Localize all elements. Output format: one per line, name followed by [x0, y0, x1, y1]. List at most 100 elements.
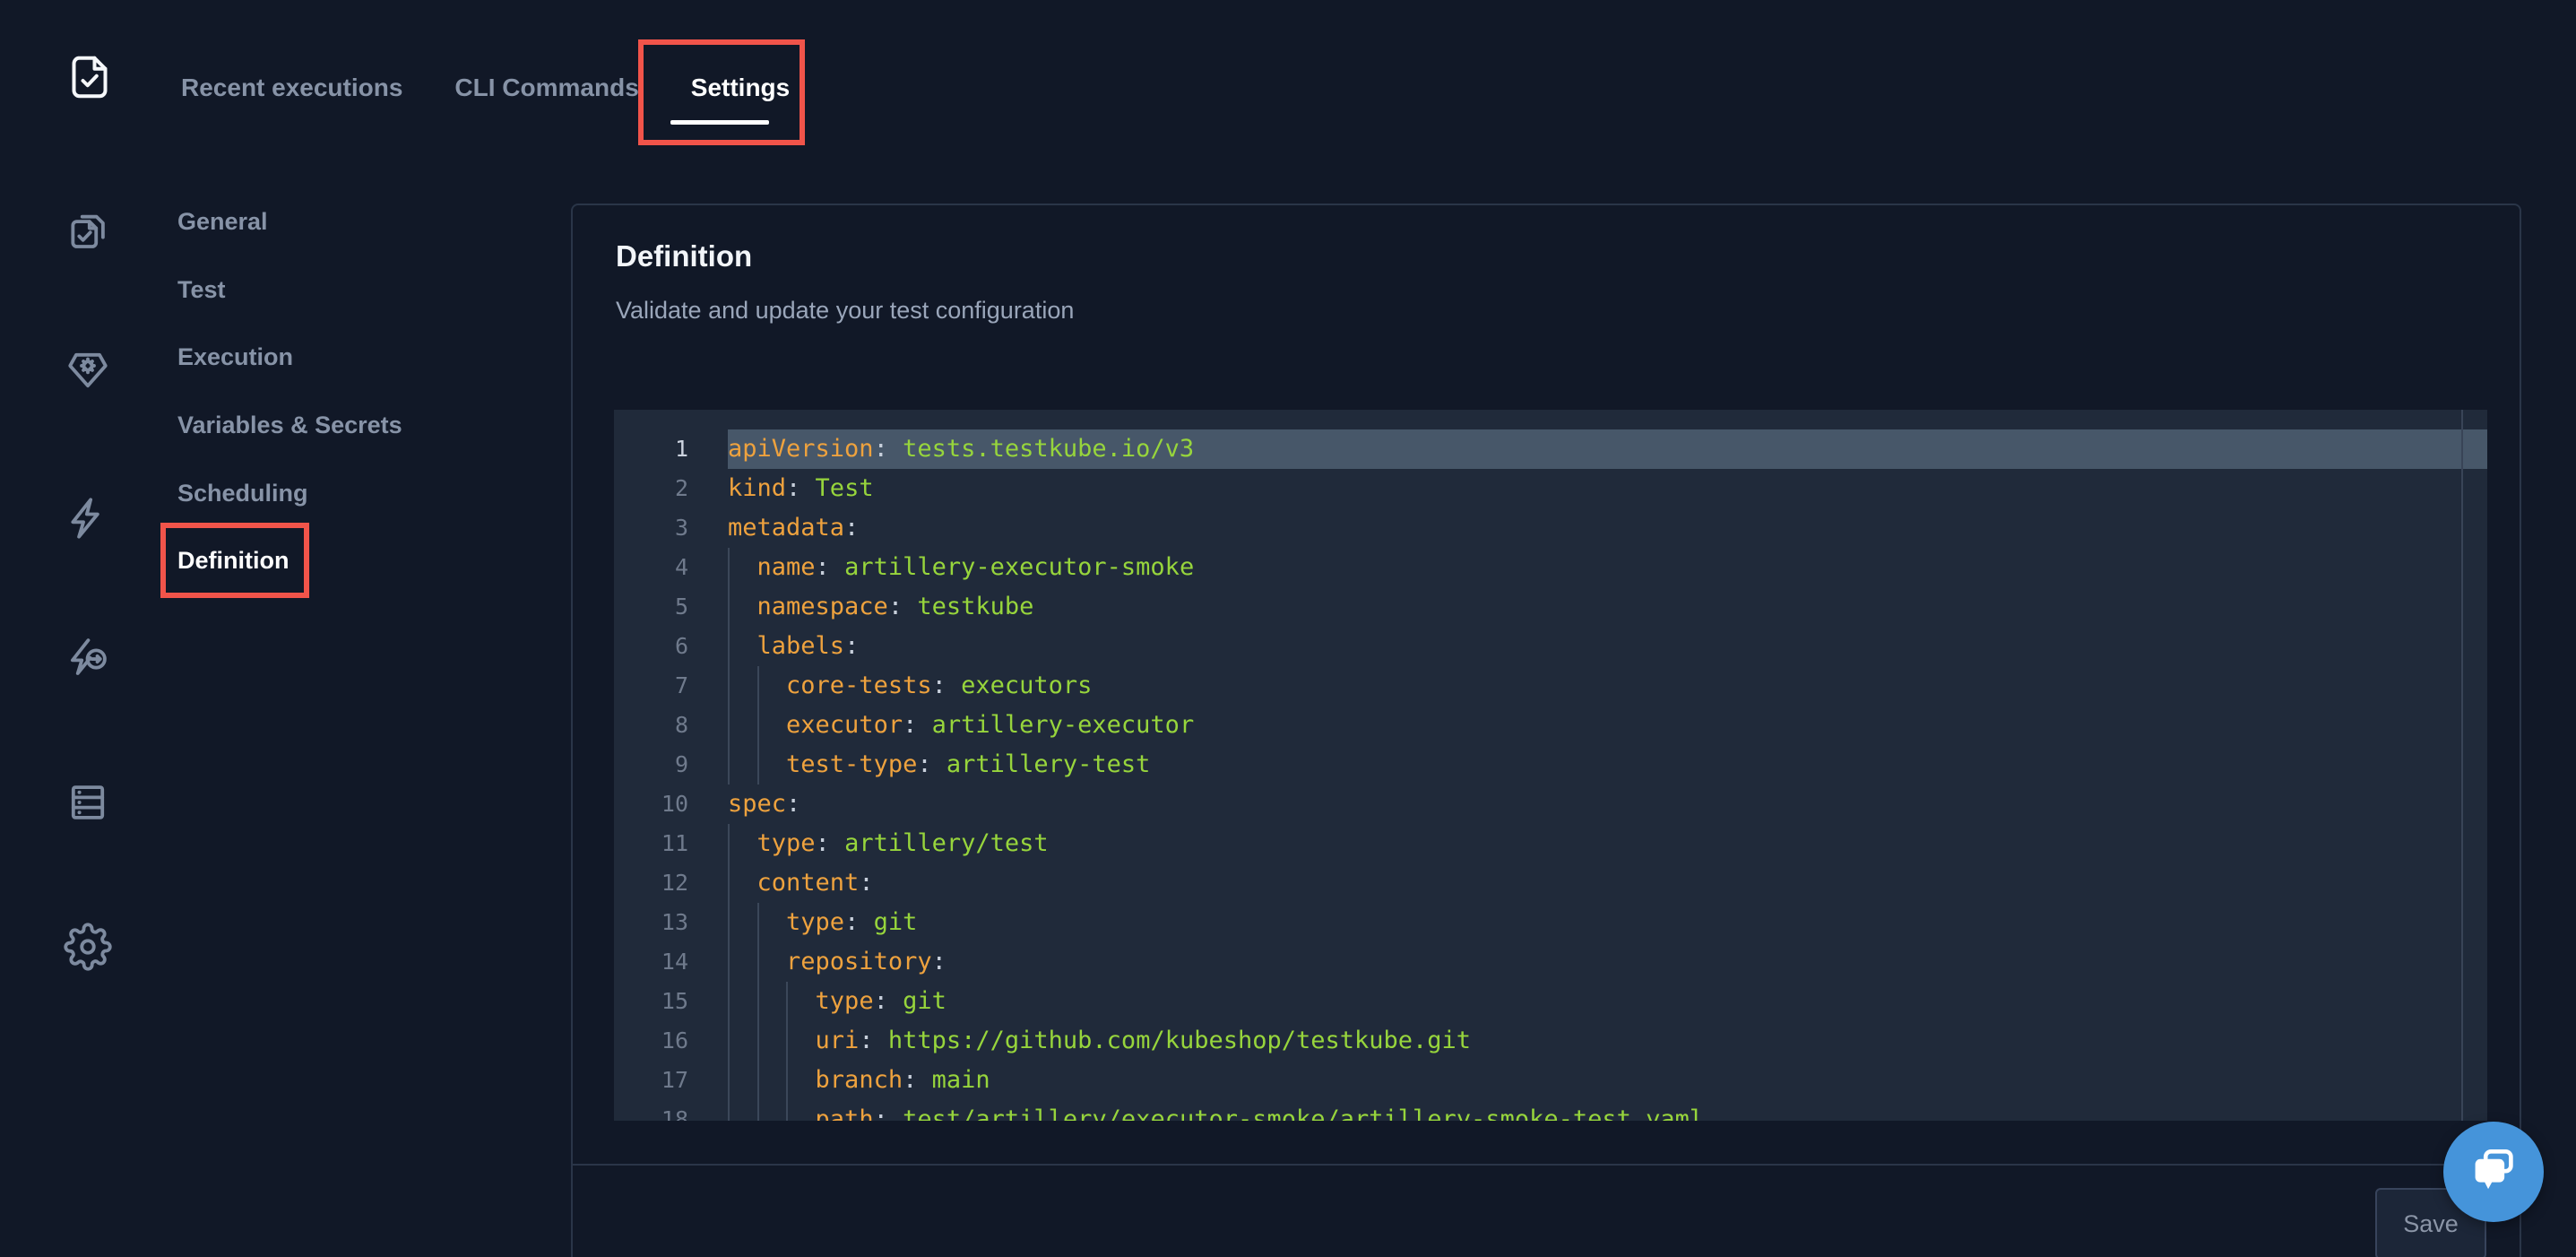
code-line[interactable]: 8 executor: artillery-executor [614, 706, 2487, 745]
indent-guide [728, 1100, 730, 1121]
indent-guide [728, 666, 730, 706]
code-line-content: branch: main [728, 1061, 2487, 1100]
code-line[interactable]: 1apiVersion: tests.testkube.io/v3 [614, 429, 2487, 469]
yaml-key: uri [816, 1027, 860, 1054]
code-line-content: core-tests: executors [728, 666, 2487, 706]
indent-guide [757, 745, 759, 785]
yaml-value: Test [800, 474, 873, 502]
code-line-content: path: test/artillery/executor-smoke/arti… [728, 1100, 2487, 1121]
indent-guide [728, 982, 730, 1021]
code-line-content: spec: [728, 785, 2487, 824]
code-line[interactable]: 2kind: Test [614, 469, 2487, 508]
submenu-item-scheduling[interactable]: Scheduling [177, 475, 308, 511]
indent-guide [757, 666, 759, 706]
line-number: 13 [614, 903, 728, 942]
settings-icon[interactable] [61, 920, 115, 974]
line-number: 4 [614, 548, 728, 587]
line-number: 17 [614, 1061, 728, 1100]
code-line[interactable]: 15 type: git [614, 982, 2487, 1021]
yaml-value: artillery-test [932, 750, 1151, 778]
code-line-content: apiVersion: tests.testkube.io/v3 [728, 429, 2487, 469]
code-line-content: type: git [728, 903, 2487, 942]
yaml-value: artillery-executor [917, 711, 1194, 739]
indent-guide [728, 587, 730, 627]
yaml-key: core-tests [786, 672, 932, 699]
code-line[interactable]: 13 type: git [614, 903, 2487, 942]
code-line-content: uri: https://github.com/kubeshop/testkub… [728, 1021, 2487, 1061]
indent-guide [728, 745, 730, 785]
code-line[interactable]: 12 content: [614, 863, 2487, 903]
code-line[interactable]: 7 core-tests: executors [614, 666, 2487, 706]
line-number: 5 [614, 587, 728, 627]
indent-guide [786, 1021, 788, 1061]
indent-guide [757, 982, 759, 1021]
line-number: 9 [614, 745, 728, 785]
indent-guide [757, 1061, 759, 1100]
indent-guide [728, 548, 730, 587]
indent-guide [728, 903, 730, 942]
code-line[interactable]: 9 test-type: artillery-test [614, 745, 2487, 785]
code-line-content: metadata: [728, 508, 2487, 548]
code-line-content: labels: [728, 627, 2487, 666]
chat-widget-button[interactable] [2443, 1122, 2544, 1222]
webhooks-icon[interactable] [61, 630, 115, 684]
submenu-item-variables-secrets[interactable]: Variables & Secrets [177, 407, 402, 443]
yaml-editor[interactable]: 1apiVersion: tests.testkube.io/v32kind: … [614, 410, 2487, 1121]
code-line-content: content: [728, 863, 2487, 903]
executors-icon[interactable] [61, 342, 115, 396]
yaml-value: git [888, 987, 947, 1015]
tab-cli-commands[interactable]: CLI Commands [454, 66, 638, 109]
line-number: 6 [614, 627, 728, 666]
yaml-key: executor [786, 711, 903, 739]
code-line-content: namespace: testkube [728, 587, 2487, 627]
indent-guide [728, 627, 730, 666]
submenu-item-execution[interactable]: Execution [177, 339, 293, 375]
code-line[interactable]: 10spec: [614, 785, 2487, 824]
line-number: 2 [614, 469, 728, 508]
line-number: 18 [614, 1100, 728, 1121]
line-number: 10 [614, 785, 728, 824]
yaml-value: https://github.com/kubeshop/testkube.git [874, 1027, 1471, 1054]
line-number: 16 [614, 1021, 728, 1061]
code-line[interactable]: 16 uri: https://github.com/kubeshop/test… [614, 1021, 2487, 1061]
yaml-value: artillery-executor-smoke [830, 553, 1194, 581]
footer-divider [573, 1164, 2520, 1166]
code-line[interactable]: 4 name: artillery-executor-smoke [614, 548, 2487, 587]
triggers-icon[interactable] [61, 491, 115, 545]
annotation-box-definition [160, 523, 309, 598]
yaml-value: git [859, 908, 917, 936]
indent-guide [728, 824, 730, 863]
yaml-key: path [816, 1105, 874, 1121]
indent-guide [757, 903, 759, 942]
code-line[interactable]: 3metadata: [614, 508, 2487, 548]
code-lines: 1apiVersion: tests.testkube.io/v32kind: … [614, 429, 2487, 1121]
code-line-content: type: artillery/test [728, 824, 2487, 863]
indent-guide [757, 1021, 759, 1061]
submenu-item-test[interactable]: Test [177, 272, 226, 308]
editor-overview-ruler[interactable] [2461, 410, 2463, 1121]
code-line[interactable]: 6 labels: [614, 627, 2487, 666]
yaml-key: type [816, 987, 874, 1015]
testkube-test-logo-icon[interactable] [63, 50, 117, 113]
code-line[interactable]: 18 path: test/artillery/executor-smoke/a… [614, 1100, 2487, 1121]
line-number: 1 [614, 429, 728, 469]
sources-icon[interactable] [61, 776, 115, 829]
code-line[interactable]: 14 repository: [614, 942, 2487, 982]
yaml-key: namespace [757, 593, 888, 620]
yaml-key: kind [728, 474, 786, 502]
code-line[interactable]: 17 branch: main [614, 1061, 2487, 1100]
code-line-content: executor: artillery-executor [728, 706, 2487, 745]
code-line-content: test-type: artillery-test [728, 745, 2487, 785]
yaml-key: repository [786, 948, 932, 975]
code-line[interactable]: 5 namespace: testkube [614, 587, 2487, 627]
yaml-value: artillery/test [830, 829, 1049, 857]
indent-guide [786, 982, 788, 1021]
yaml-key: branch [816, 1066, 903, 1094]
submenu-item-general[interactable]: General [177, 204, 268, 239]
tests-icon[interactable] [61, 204, 115, 257]
yaml-value: executors [947, 672, 1093, 699]
code-line[interactable]: 11 type: artillery/test [614, 824, 2487, 863]
tab-recent-executions[interactable]: Recent executions [181, 66, 402, 109]
indent-guide [728, 1021, 730, 1061]
panel-title: Definition [616, 239, 752, 273]
